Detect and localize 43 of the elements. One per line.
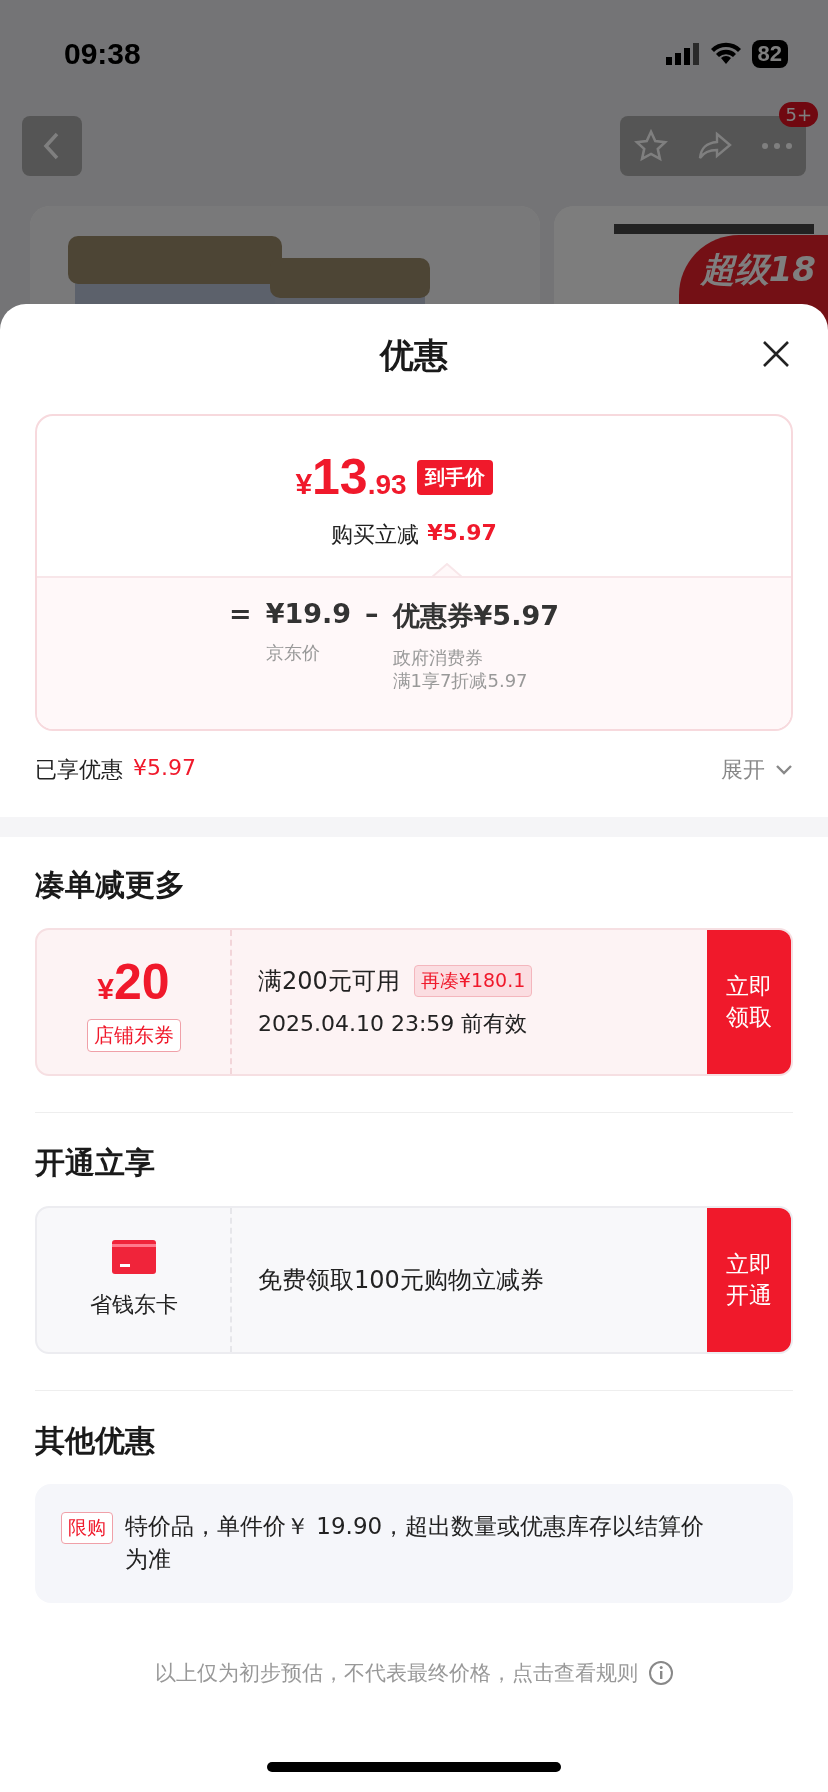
signal-icon [665, 43, 700, 65]
close-icon[interactable] [762, 340, 790, 368]
coupon-condition: 满200元可用 [258, 966, 400, 997]
wifi-icon [709, 42, 742, 66]
status-time: 09:38 [64, 37, 141, 71]
activate-button[interactable]: 立即开通 [707, 1208, 791, 1352]
final-price: ¥13.93 [295, 448, 407, 506]
card-icon [111, 1240, 156, 1274]
section-title: 开通立享 [35, 1144, 156, 1182]
section-title: 凑单减更多 [35, 866, 186, 904]
chevron-icon [775, 764, 793, 776]
notification-badge: 5+ [779, 102, 818, 127]
section-title: 其他优惠 [35, 1422, 156, 1460]
disclaimer-link[interactable]: 以上仅为初步预估，不代表最终价格，点击查看规则 [154, 1658, 638, 1687]
sheet-title: 优惠 [380, 334, 448, 377]
more-icon[interactable] [761, 143, 792, 149]
card-name: 省钱东卡 [89, 1291, 178, 1319]
coupon-caption: 满1享7折减5.97 [392, 669, 529, 693]
info-icon[interactable] [647, 1659, 674, 1686]
claim-button[interactable]: 立即领取 [707, 930, 791, 1074]
summary-label: 已享优惠 [35, 756, 123, 784]
coupon-amount: ¥20 [97, 952, 170, 1011]
coupon-caption: 政府消费券 [392, 646, 484, 670]
coupon-discount: 优惠券¥5.97 [392, 599, 559, 633]
base-price: ¥19.9 [265, 598, 352, 629]
saving-amount: ¥5.97 [427, 520, 497, 547]
saving-label: 购买立减 [331, 521, 420, 549]
expand-toggle[interactable]: 展开 [721, 755, 793, 785]
coupon-tag: 店铺东券 [86, 1018, 181, 1052]
minus-sign: – [365, 598, 379, 631]
base-price-caption: 京东价 [265, 641, 321, 665]
coupon-validity: 2025.04.10 23:59 前有效 [258, 1010, 529, 1038]
offer-text: 免费领取100元购物立减券 [258, 1265, 545, 1296]
limit-tag: 限购 [61, 1512, 113, 1544]
summary-amount: ¥5.97 [133, 755, 196, 782]
battery-level: 82 [751, 40, 788, 68]
equals-sign: = [229, 598, 252, 631]
share-icon[interactable] [697, 131, 733, 161]
back-button[interactable] [22, 116, 82, 176]
final-price-tag: 到手价 [416, 459, 493, 495]
remaining-tag: 再凑¥180.1 [413, 965, 533, 997]
star-icon[interactable] [634, 129, 669, 163]
notice-text: 特价品，单件价￥ 19.90，超出数量或优惠库存以结算价为准 [125, 1512, 706, 1575]
